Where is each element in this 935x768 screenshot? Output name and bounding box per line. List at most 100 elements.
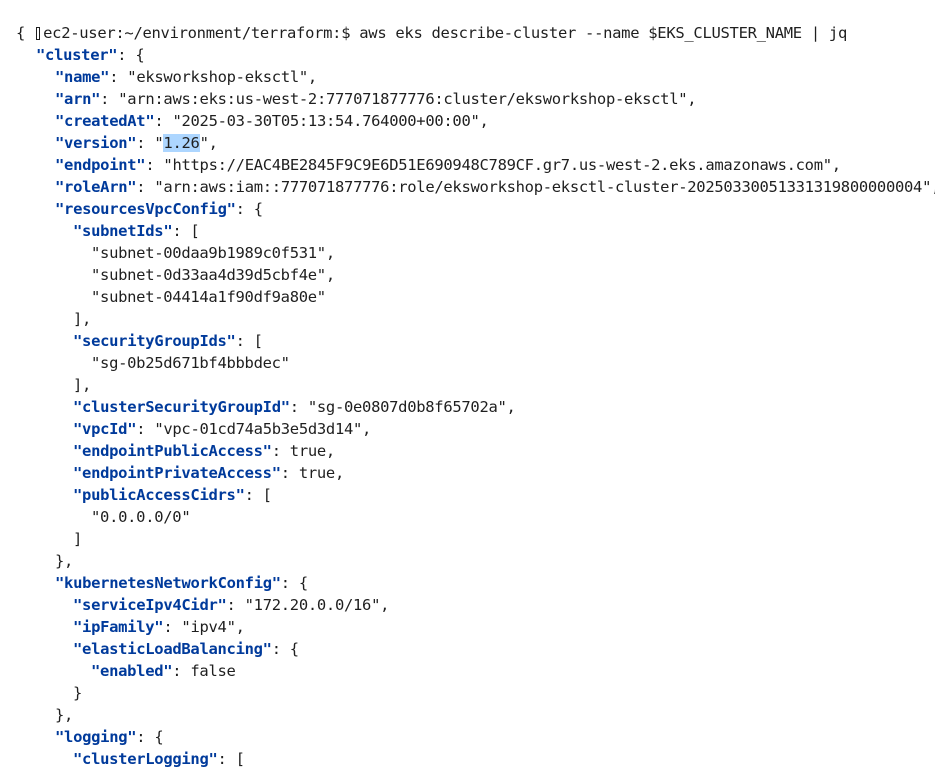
json-punct: : [ <box>244 486 272 504</box>
json-line-endpoint: "endpoint": "https://EAC4BE2845F9C9E6D51… <box>0 154 841 176</box>
json-line-serviceIpv4Cidr: "serviceIpv4Cidr": "172.20.0.0/16", <box>0 594 389 616</box>
json-close-brace: }, <box>0 550 73 572</box>
json-punct: : <box>172 662 191 680</box>
json-punct: }, <box>55 552 74 570</box>
json-value: "subnet-04414a1f90df9a80e" <box>91 288 326 306</box>
json-punct: , <box>831 156 841 174</box>
json-line-publicAccessCidrs: "publicAccessCidrs": [ <box>0 484 272 506</box>
json-close-brace: } <box>0 682 82 704</box>
json-line-arn: "arn": "arn:aws:eks:us-west-2:7770718777… <box>0 88 697 110</box>
json-punct: ], <box>73 376 92 394</box>
json-line-cidr: "0.0.0.0/0" <box>0 506 191 528</box>
json-key: "clusterSecurityGroupId" <box>73 398 290 416</box>
json-quote: " <box>199 134 209 152</box>
json-line-endpointPublicAccess: "endpointPublicAccess": true, <box>0 440 335 462</box>
json-punct: ] <box>73 530 83 548</box>
json-value: true <box>298 464 335 482</box>
json-key: "arn" <box>55 90 101 108</box>
json-key: "clusterLogging" <box>73 750 218 768</box>
json-punct: , <box>334 464 344 482</box>
json-close-bracket: ], <box>0 374 91 396</box>
json-punct: , <box>325 266 335 284</box>
json-line-endpointPrivateAccess: "endpointPrivateAccess": true, <box>0 462 344 484</box>
json-punct: : [ <box>172 222 200 240</box>
json-punct: : <box>271 442 290 460</box>
json-punct: : <box>100 90 119 108</box>
json-value: true <box>289 442 326 460</box>
json-punct: , <box>235 618 245 636</box>
json-punct: : [ <box>235 332 263 350</box>
json-key: "serviceIpv4Cidr" <box>73 596 227 614</box>
json-value: "sg-0e0807d0b8f65702a" <box>307 398 507 416</box>
json-punct: : <box>136 134 155 152</box>
json-punct: , <box>380 596 390 614</box>
json-line-enabled: "enabled": false <box>0 660 236 682</box>
json-line-subnetIds: "subnetIds": [ <box>0 220 200 242</box>
json-line-subnet: "subnet-00daa9b1989c0f531", <box>0 242 335 264</box>
json-value: "sg-0b25d671bf4bbbdec" <box>91 354 290 372</box>
json-line-subnet: "subnet-0d33aa4d39d5cbf4e", <box>0 264 335 286</box>
json-key: "endpoint" <box>55 156 146 174</box>
json-line-elasticLoadBalancing: "elasticLoadBalancing": { <box>0 638 299 660</box>
json-punct: : { <box>271 640 299 658</box>
json-line-logging: "logging": { <box>0 726 164 748</box>
cursor-icon <box>36 27 41 40</box>
json-line-clusterLogging: "clusterLogging": [ <box>0 748 245 768</box>
selected-text[interactable]: 1.26 <box>163 134 200 152</box>
json-punct: : <box>289 398 308 416</box>
json-punct: : <box>145 156 164 174</box>
json-line-securityGroupIds: "securityGroupIds": [ <box>0 330 263 352</box>
json-key: "resourcesVpcConfig" <box>55 200 236 218</box>
json-punct: : <box>109 68 128 86</box>
json-punct: }, <box>55 706 74 724</box>
json-line-kubernetesNetworkConfig: "kubernetesNetworkConfig": { <box>0 572 308 594</box>
json-value: "2025-03-30T05:13:54.764000+00:00" <box>172 112 480 130</box>
json-key: "logging" <box>55 728 137 746</box>
json-key: "elasticLoadBalancing" <box>73 640 272 658</box>
json-line-resourcesVpcConfig: "resourcesVpcConfig": { <box>0 198 263 220</box>
json-line-createdAt: "createdAt": "2025-03-30T05:13:54.764000… <box>0 110 489 132</box>
json-punct: , <box>479 112 489 130</box>
json-punct: : <box>163 618 182 636</box>
json-line-version: "version": "1.26", <box>0 132 218 154</box>
json-key: "roleArn" <box>55 178 137 196</box>
json-key: "endpointPublicAccess" <box>73 442 272 460</box>
terminal-output[interactable]: ec2-user:~/environment/terraform:$ aws e… <box>0 0 935 768</box>
json-punct: : { <box>117 46 145 64</box>
json-punct: , <box>208 134 218 152</box>
json-key: "subnetIds" <box>73 222 173 240</box>
json-key: "publicAccessCidrs" <box>73 486 245 504</box>
json-value: "0.0.0.0/0" <box>91 508 191 526</box>
json-line-name: "name": "eksworkshop-eksctl", <box>0 66 317 88</box>
json-value: "subnet-00daa9b1989c0f531" <box>91 244 326 262</box>
json-punct: : { <box>235 200 263 218</box>
json-key: "kubernetesNetworkConfig" <box>55 574 281 592</box>
json-value: "arn:aws:eks:us-west-2:777071877776:clus… <box>118 90 688 108</box>
json-close-brace: }, <box>0 704 73 726</box>
json-key: "ipFamily" <box>73 618 164 636</box>
json-key: "enabled" <box>91 662 173 680</box>
json-line-roleArn: "roleArn": "arn:aws:iam::777071877776:ro… <box>0 176 935 198</box>
json-open-brace: { <box>0 22 25 44</box>
json-key: "createdAt" <box>55 112 155 130</box>
json-line-sg: "sg-0b25d671bf4bbbdec" <box>0 352 290 374</box>
json-key: "version" <box>55 134 137 152</box>
json-punct: } <box>73 684 83 702</box>
json-close-bracket: ], <box>0 308 91 330</box>
json-key: "vpcId" <box>73 420 137 438</box>
json-punct: : <box>226 596 245 614</box>
command-prompt-line: ec2-user:~/environment/terraform:$ aws e… <box>0 0 847 42</box>
json-punct: , <box>325 244 335 262</box>
json-key: "endpointPrivateAccess" <box>73 464 281 482</box>
json-punct: : <box>136 178 155 196</box>
json-value: "subnet-0d33aa4d39d5cbf4e" <box>91 266 326 284</box>
brace: { <box>16 24 26 42</box>
json-value: false <box>190 662 236 680</box>
json-punct: : <box>154 112 173 130</box>
json-value: "172.20.0.0/16" <box>244 596 381 614</box>
json-punct: ], <box>73 310 92 328</box>
json-punct: , <box>931 178 935 196</box>
json-line-subnet: "subnet-04414a1f90df9a80e" <box>0 286 326 308</box>
json-punct: : { <box>136 728 164 746</box>
json-value: "ipv4" <box>181 618 236 636</box>
